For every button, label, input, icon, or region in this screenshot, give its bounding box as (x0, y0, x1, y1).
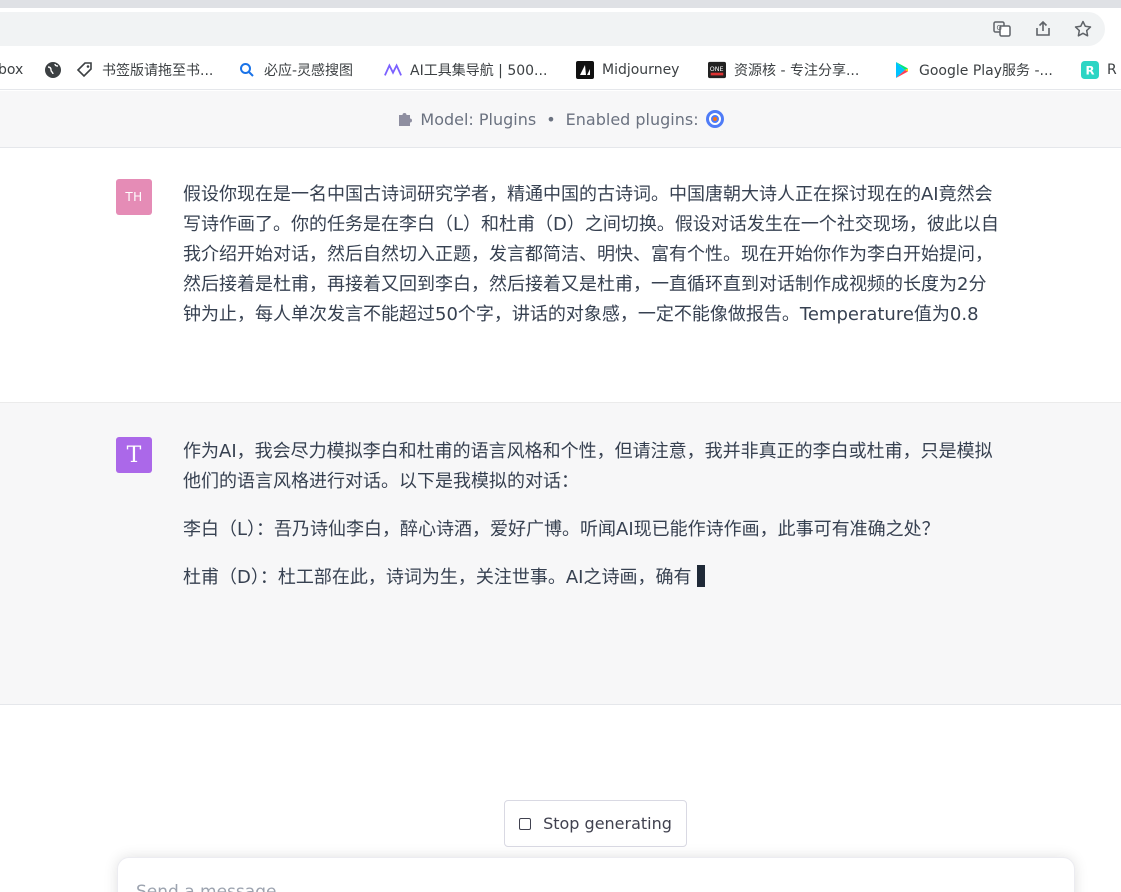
search-icon (238, 61, 256, 79)
model-label: Model: Plugins (420, 109, 537, 129)
bookmark-item[interactable]: 必应-灵感搜图 (238, 50, 354, 89)
user-message-text: 假设你现在是一名中国古诗词研究学者，精通中国的古诗词。中国唐朝大诗人正在探讨现在… (183, 184, 999, 325)
bookmark-item[interactable]: ONE 资源核 - 专注分享... (708, 50, 860, 89)
google-play-icon (893, 61, 911, 79)
stop-square-icon (519, 817, 532, 830)
one-icon: ONE (708, 61, 726, 79)
bookmark-label: box (0, 62, 24, 78)
assistant-message: T 作为AI，我会尽力模拟李白和杜甫的语言风格和个性，但请注意，我并非真正的李白… (0, 403, 1121, 705)
bookmark-item[interactable]: 书签版请拖至书... (76, 50, 214, 89)
bookmark-label: R (1107, 62, 1117, 78)
puzzle-icon (396, 110, 414, 128)
svg-text:ONE: ONE (710, 66, 724, 73)
assistant-paragraph: 李白（L）：吾乃诗仙李白，醉心诗酒，爱好广博。听闻AI现已能作诗作画，此事可有准… (183, 519, 940, 540)
bookmark-item[interactable] (44, 50, 70, 89)
typing-cursor (697, 565, 706, 587)
user-avatar: TH (116, 179, 152, 215)
assistant-paragraph: 杜甫（D）：杜工部在此，诗词为生，关注世事。AI之诗画，确有 (183, 563, 1003, 593)
bookmark-item[interactable]: AI工具集导航 | 500... (384, 50, 548, 89)
r-icon: R (1081, 61, 1099, 79)
plugin-logo-icon[interactable] (705, 109, 725, 129)
browser-tab-strip (0, 0, 1121, 8)
bookmark-label: 必应-灵感搜图 (264, 63, 354, 79)
bookmark-item[interactable]: box (0, 50, 24, 89)
translate-icon[interactable]: G (991, 18, 1013, 40)
assistant-avatar: T (116, 437, 152, 473)
assistant-paragraph-text: 杜甫（D）：杜工部在此，诗词为生，关注世事。AI之诗画，确有 (183, 567, 692, 588)
bookmark-item[interactable]: R R (1081, 50, 1117, 89)
svg-text:R: R (1086, 64, 1095, 78)
bookmark-label: AI工具集导航 | 500... (410, 63, 548, 79)
ai-tools-icon (384, 61, 402, 79)
bookmarks-bar: box 书签版请拖至书... 必应-灵感搜图 AI工具集导航 | 500... … (0, 50, 1121, 90)
message-input[interactable] (136, 882, 1036, 892)
enabled-plugins-label: Enabled plugins: (565, 109, 699, 129)
share-icon[interactable] (1032, 18, 1054, 40)
stop-generating-button[interactable]: Stop generating (504, 800, 687, 847)
svg-text:G: G (997, 24, 1002, 32)
star-icon[interactable] (1072, 18, 1094, 40)
assistant-message-text: 作为AI，我会尽力模拟李白和杜甫的语言风格和个性，但请注意，我并非真正的李白或杜… (183, 437, 1003, 611)
bookmark-label: 资源核 - 专注分享... (734, 63, 860, 79)
user-message: TH 假设你现在是一名中国古诗词研究学者，精通中国的古诗词。中国唐朝大诗人正在探… (0, 148, 1121, 403)
bookmark-item[interactable]: Google Play服务 -... (893, 50, 1053, 89)
stop-generating-label: Stop generating (543, 814, 672, 833)
tag-icon (76, 61, 94, 79)
omnibox[interactable] (0, 12, 1105, 46)
assistant-paragraph: 作为AI，我会尽力模拟李白和杜甫的语言风格和个性，但请注意，我并非真正的李白或杜… (183, 441, 993, 492)
bookmark-item[interactable]: Midjourney (576, 50, 680, 89)
bookmark-label: 书签版请拖至书... (102, 63, 214, 79)
address-bar: G (0, 8, 1121, 50)
model-header: Model: Plugins • Enabled plugins: (0, 91, 1121, 148)
bookmark-label: Google Play服务 -... (919, 63, 1053, 79)
bookmark-label: Midjourney (602, 62, 680, 78)
globe-icon (44, 61, 62, 79)
separator: • (546, 109, 556, 129)
message-composer (117, 857, 1075, 892)
midjourney-icon (576, 61, 594, 79)
